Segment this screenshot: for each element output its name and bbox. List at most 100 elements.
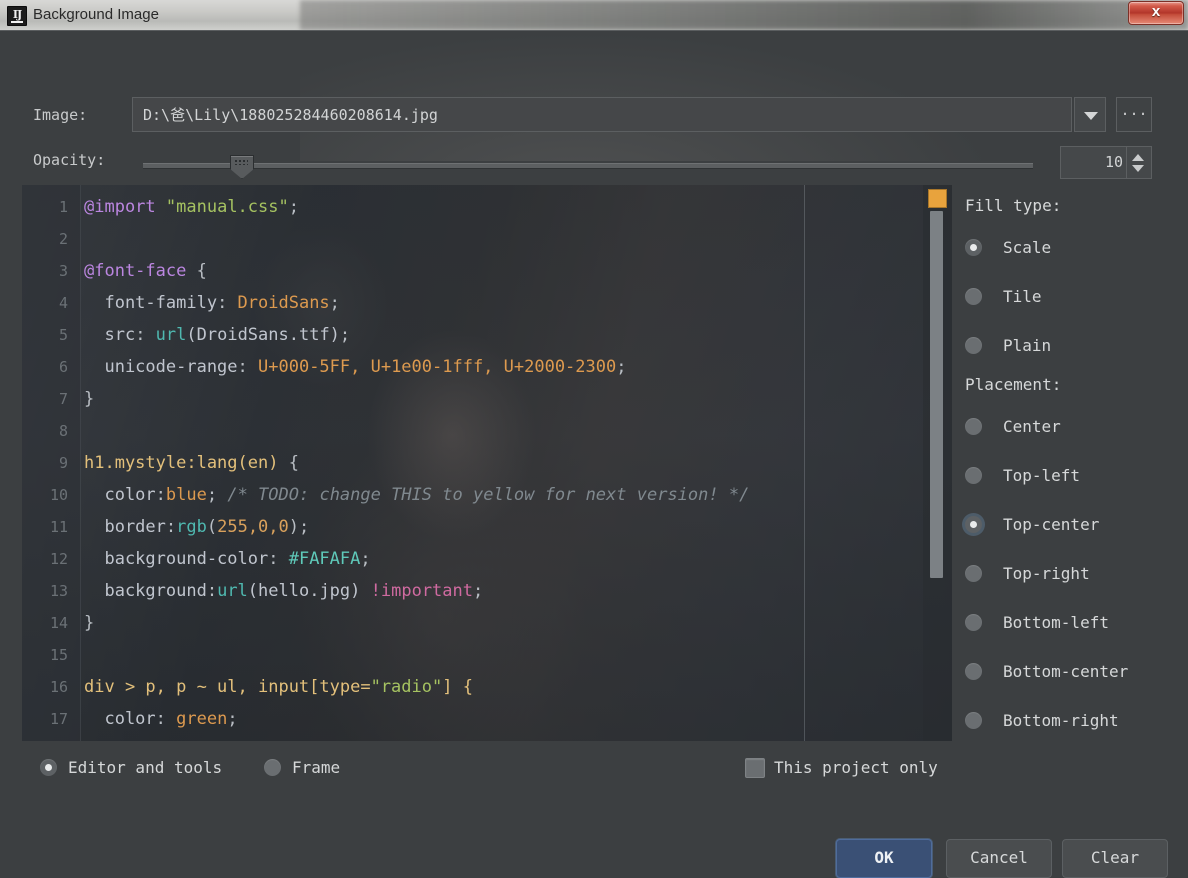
close-button[interactable]: x <box>1128 1 1184 25</box>
code-text: background-color: #FAFAFA; <box>84 549 371 569</box>
code-text: div > p, p ~ ul, input[type="radio"] { <box>84 677 473 697</box>
radio-bottom-center-label: Bottom-center <box>1003 662 1129 681</box>
code-line: 7} <box>22 383 952 415</box>
editor-preview: 1 @import "manual.css"; 2 3 @font-face { 4 fo… <box>22 185 952 741</box>
browse-file-button[interactable]: ... <box>1116 97 1152 132</box>
code-line: 1 @import "manual.css"; <box>22 191 952 223</box>
code-line: 13 background:url(hello.jpg) !important; <box>22 575 952 607</box>
radio-bottom-right[interactable] <box>965 712 982 729</box>
radio-tile-label: Tile <box>1003 287 1042 306</box>
editor-code-lines: 1 @import "manual.css"; 2 3 @font-face { 4 fo… <box>22 191 952 735</box>
code-text: background:url(hello.jpg) !important; <box>84 581 484 601</box>
code-text: font-family: DroidSans; <box>84 293 340 313</box>
radio-bottom-left[interactable] <box>965 614 982 631</box>
radio-top-left-label: Top-left <box>1003 466 1081 485</box>
opacity-slider-thumb[interactable] <box>230 155 254 179</box>
fill-and-placement-options: Scale Tile Plain Center Top-left Top-center To… <box>965 191 1180 741</box>
line-number: 8 <box>58 422 68 440</box>
line-number: 10 <box>49 486 68 504</box>
code-line: 15 <box>22 639 952 671</box>
code-line: 17 color: green; <box>22 703 952 735</box>
stepper-down-icon[interactable] <box>1132 165 1144 172</box>
radio-frame[interactable] <box>264 759 281 776</box>
line-number: 7 <box>58 390 68 408</box>
radio-top-right-label: Top-right <box>1003 564 1090 583</box>
code-line: 2 <box>22 223 952 255</box>
code-text: border:rgb(255,0,0); <box>84 517 310 537</box>
ok-button[interactable]: OK <box>836 839 932 878</box>
radio-top-center-label: Top-center <box>1003 515 1100 534</box>
radio-top-right[interactable] <box>965 565 982 582</box>
radio-top-left[interactable] <box>965 467 982 484</box>
opacity-spinner[interactable]: 10 <box>1060 146 1152 179</box>
editor-scrollbar-thumb[interactable] <box>930 211 943 578</box>
line-number: 9 <box>58 454 68 472</box>
radio-scale[interactable] <box>965 239 982 256</box>
code-line: 9 h1.mystyle:lang(en) { <box>22 447 952 479</box>
code-text: } <box>84 389 95 409</box>
code-text: src: url(DroidSans.ttf); <box>84 325 351 345</box>
radio-plain[interactable] <box>965 337 982 354</box>
stepper-up-icon[interactable] <box>1132 154 1144 161</box>
radio-plain-label: Plain <box>1003 336 1052 355</box>
line-number: 5 <box>58 326 68 344</box>
radio-bottom-left-label: Bottom-left <box>1003 613 1109 632</box>
clear-button[interactable]: Clear <box>1062 839 1168 878</box>
code-text: color: green; <box>84 709 238 729</box>
code-line: 5 src: url(DroidSans.ttf); <box>22 319 952 351</box>
slider-thumb-grip-icon <box>234 159 248 165</box>
opacity-value: 10 <box>1104 153 1123 171</box>
code-line: 3 @font-face { <box>22 255 952 287</box>
this-project-only-label: This project only <box>774 758 938 777</box>
code-line: 4 font-family: DroidSans; <box>22 287 952 319</box>
code-line: 12 background-color: #FAFAFA; <box>22 543 952 575</box>
chevron-down-icon <box>1084 112 1098 120</box>
radio-top-center[interactable] <box>965 516 982 533</box>
code-text: } <box>84 613 95 633</box>
window-title-bar: IJ Background Image x <box>0 0 1188 30</box>
line-number: 3 <box>58 262 68 280</box>
code-line: 16 div > p, p ~ ul, input[type="radio"] { <box>22 671 952 703</box>
opacity-label: Opacity: <box>33 151 106 169</box>
radio-center[interactable] <box>965 418 982 435</box>
background-image-dialog: Image: D:\爸\Lily\188025284460208614.jpg … <box>0 30 1188 878</box>
image-path-label: Image: <box>33 106 88 124</box>
line-number: 6 <box>58 358 68 376</box>
image-path-input[interactable]: D:\爸\Lily\188025284460208614.jpg <box>132 97 1072 132</box>
code-text: @font-face { <box>84 261 207 281</box>
line-number: 14 <box>49 614 68 632</box>
code-line: 11 border:rgb(255,0,0); <box>22 511 952 543</box>
code-line: 6 unicode-range: U+000-5FF, U+1e00-1fff,… <box>22 351 952 383</box>
code-text: @import "manual.css"; <box>84 197 299 217</box>
radio-center-label: Center <box>1003 417 1061 436</box>
code-line: 10 color:blue; /* TODO: change THIS to y… <box>22 479 952 511</box>
close-icon: x <box>1151 3 1161 20</box>
opacity-slider-track <box>143 163 1033 169</box>
dialog-backdrop-ghost <box>300 31 1000 161</box>
line-number: 1 <box>58 198 68 216</box>
radio-frame-label: Frame <box>292 758 341 777</box>
code-line: 8 <box>22 415 952 447</box>
radio-tile[interactable] <box>965 288 982 305</box>
window-title: Background Image <box>33 6 159 23</box>
radio-editor-and-tools[interactable] <box>40 759 57 776</box>
radio-scale-label: Scale <box>1003 238 1052 257</box>
line-number: 4 <box>58 294 68 312</box>
code-text: h1.mystyle:lang(en) { <box>84 453 299 473</box>
opacity-slider[interactable] <box>143 155 1033 179</box>
line-number: 13 <box>49 582 68 600</box>
line-number: 16 <box>49 678 68 696</box>
radio-editor-and-tools-label: Editor and tools <box>68 758 223 777</box>
line-number: 2 <box>58 230 68 248</box>
warning-marker-icon[interactable] <box>928 189 947 208</box>
intellij-idea-icon: IJ <box>7 6 27 26</box>
opacity-stepper[interactable] <box>1126 147 1151 178</box>
line-number: 11 <box>49 518 68 536</box>
cancel-button[interactable]: Cancel <box>946 839 1052 878</box>
line-number: 17 <box>49 710 68 728</box>
code-text: color:blue; /* TODO: change THIS to yell… <box>84 485 750 505</box>
line-number: 15 <box>49 646 68 664</box>
image-path-dropdown-button[interactable] <box>1074 97 1106 132</box>
radio-bottom-center[interactable] <box>965 663 982 680</box>
this-project-only-checkbox[interactable] <box>745 758 765 778</box>
